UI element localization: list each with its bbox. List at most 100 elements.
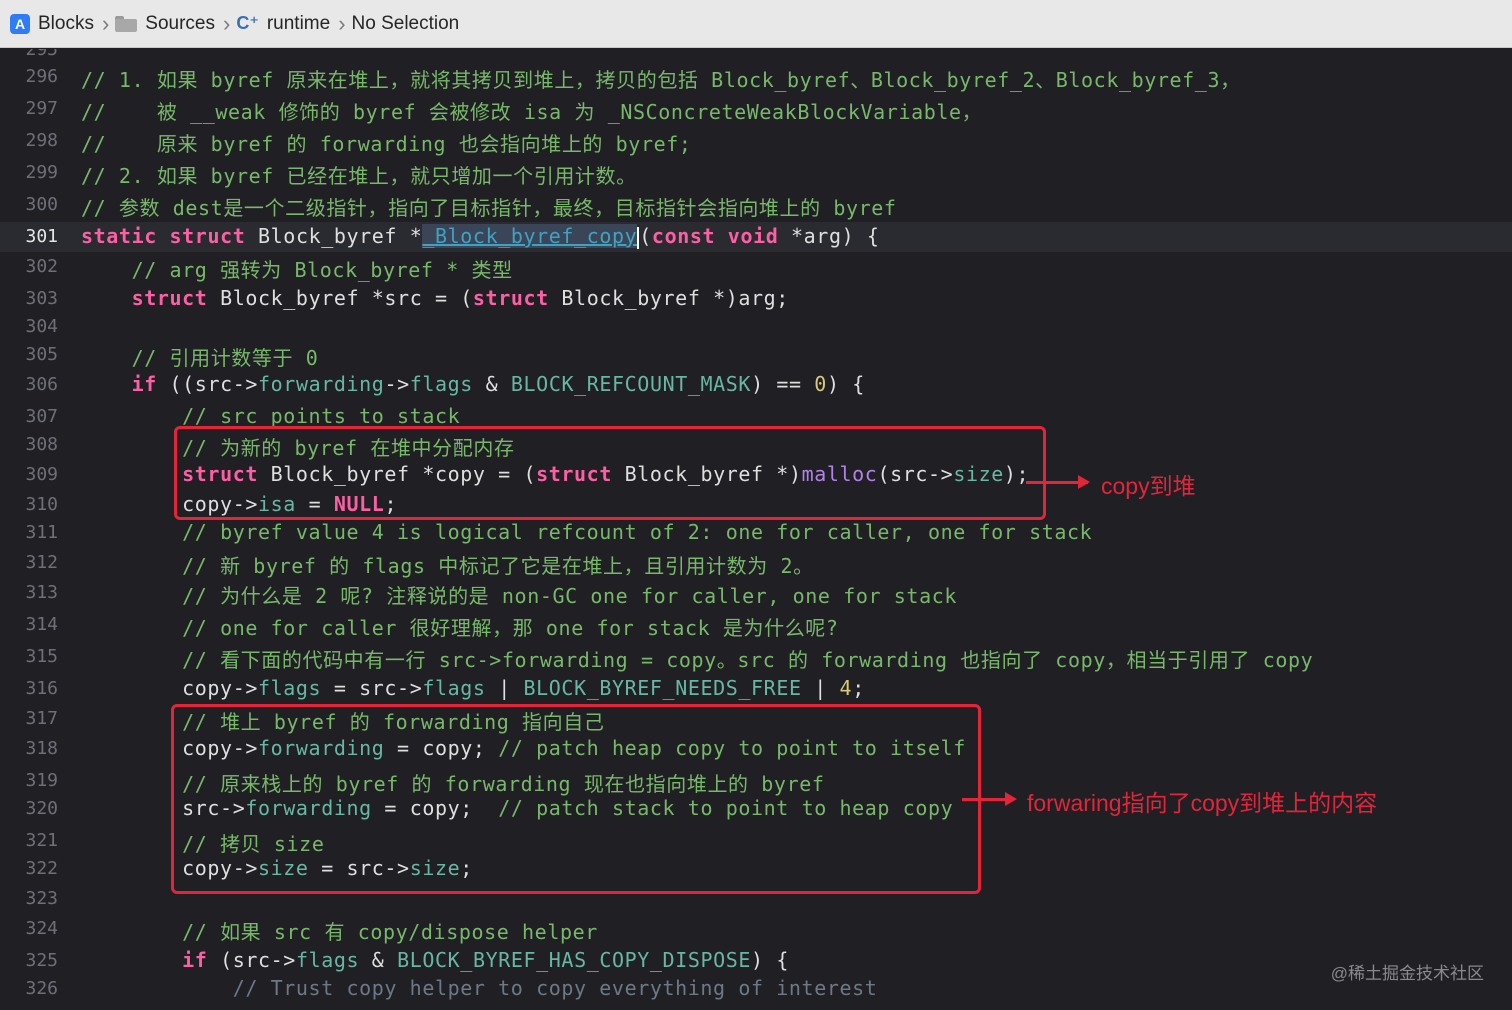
code-token: Block_byref * — [245, 224, 423, 248]
code-line[interactable]: 313 // 为什么是 2 呢? 注释说的是 non-GC one for ca… — [0, 578, 1512, 608]
line-number: 297 — [25, 98, 58, 119]
code-line[interactable]: 324 // 如果 src 有 copy/dispose helper — [0, 914, 1512, 944]
line-number: 313 — [25, 582, 58, 603]
breadcrumb-folder[interactable]: Sources — [115, 13, 215, 35]
code-token: struct — [169, 224, 246, 248]
code-text[interactable]: static struct Block_byref *_Block_byref_… — [81, 224, 880, 249]
line-number: 314 — [25, 614, 58, 635]
line-number: 309 — [25, 464, 58, 485]
line-number: 317 — [25, 708, 58, 729]
code-token: // 为什么是 2 呢? 注释说的是 non-GC one for caller… — [182, 584, 957, 608]
code-line[interactable]: 326 // Trust copy helper to copy everyth… — [0, 974, 1512, 1004]
code-token: 4 — [839, 676, 853, 700]
code-token: BLOCK_BYREF_NEEDS_FREE — [523, 676, 802, 700]
breadcrumb-selection[interactable]: No Selection — [352, 13, 460, 35]
code-line[interactable]: 312 // 新 byref 的 flags 中标记了它是在堆上，且引用计数为 … — [0, 548, 1512, 578]
line-number: 321 — [25, 830, 58, 851]
code-text[interactable]: // Trust copy helper to copy everything … — [81, 976, 877, 1000]
code-token: & — [359, 948, 398, 972]
code-line[interactable]: 325 if (src->flags & BLOCK_BYREF_HAS_COP… — [0, 946, 1512, 976]
code-text[interactable]: // 为什么是 2 呢? 注释说的是 non-GC one for caller… — [81, 580, 957, 609]
code-token: -> — [384, 372, 410, 396]
folder-icon — [115, 15, 138, 32]
code-token: const — [651, 224, 716, 248]
chevron-right-icon: › — [338, 10, 346, 36]
code-line[interactable]: 302 // arg 强转为 Block_byref * 类型 — [0, 252, 1512, 282]
line-number: 295 — [25, 49, 58, 60]
code-text[interactable]: // 1. 如果 byref 原来在堆上，就将其拷贝到堆上，拷贝的包括 Bloc… — [81, 64, 1241, 93]
code-text[interactable]: copy->flags = src->flags | BLOCK_BYREF_N… — [81, 676, 865, 700]
code-line[interactable]: 301 static struct Block_byref *_Block_byr… — [0, 222, 1512, 252]
code-token: // 2. 如果 byref 已经在堆上，就只增加一个引用计数。 — [81, 164, 637, 188]
code-line[interactable]: 314 // one for caller 很好理解，那 one for sta… — [0, 610, 1512, 640]
code-text[interactable]: // 看下面的代码中有一行 src->forwarding = copy。src… — [81, 644, 1313, 673]
code-token: flags — [409, 372, 473, 396]
breadcrumb-file[interactable]: C⁺ runtime — [236, 13, 330, 35]
code-token: // Trust copy helper to copy everything … — [232, 976, 878, 1000]
code-text[interactable]: // 新 byref 的 flags 中标记了它是在堆上，且引用计数为 2。 — [81, 550, 814, 579]
code-token: flags — [422, 676, 486, 700]
code-text[interactable]: // 参数 dest是一个二级指针，指向了目标指针，最终，目标指针会指向堆上的 … — [81, 192, 897, 221]
line-number: 308 — [25, 434, 58, 455]
breadcrumb-selection-label: No Selection — [351, 12, 460, 34]
code-token: & — [472, 372, 511, 396]
code-text[interactable]: // 如果 src 有 copy/dispose helper — [81, 916, 598, 945]
code-token: if — [182, 948, 208, 972]
code-token: struct — [472, 286, 549, 310]
line-number: 324 — [25, 918, 58, 939]
code-token: (src-> — [207, 948, 296, 972]
code-token: = src-> — [321, 676, 423, 700]
code-text[interactable]: // src points to stack — [81, 404, 460, 428]
code-token: | — [485, 676, 524, 700]
code-text[interactable]: // 原来 byref 的 forwarding 也会指向堆上的 byref; — [81, 128, 692, 157]
line-number: 299 — [25, 162, 58, 183]
code-token: flags — [295, 948, 360, 972]
line-number: 305 — [25, 344, 58, 365]
code-token: static — [81, 224, 157, 248]
code-text[interactable]: // byref value 4 is logical refcount of … — [81, 520, 1092, 544]
annotation-box-forwarding — [171, 704, 981, 894]
code-line[interactable]: 315 // 看下面的代码中有一行 src->forwarding = copy… — [0, 642, 1512, 672]
code-line[interactable]: 303 struct Block_byref *src = (struct Bl… — [0, 284, 1512, 314]
code-line[interactable]: 296 // 1. 如果 byref 原来在堆上，就将其拷贝到堆上，拷贝的包括 B… — [0, 62, 1512, 92]
code-line[interactable]: 304 — [0, 312, 1512, 342]
line-number: 312 — [25, 552, 58, 573]
line-number: 318 — [25, 738, 58, 759]
code-text[interactable]: // arg 强转为 Block_byref * 类型 — [81, 254, 513, 283]
code-text[interactable]: if (src->flags & BLOCK_BYREF_HAS_COPY_DI… — [81, 948, 789, 972]
code-line[interactable]: 305 // 引用计数等于 0 — [0, 340, 1512, 370]
code-line[interactable]: 311 // byref value 4 is logical refcount… — [0, 518, 1512, 548]
line-number: 306 — [25, 374, 58, 395]
line-number: 326 — [25, 978, 58, 999]
code-line[interactable]: 300 // 参数 dest是一个二级指针，指向了目标指针，最终，目标指针会指向堆… — [0, 190, 1512, 220]
code-line[interactable]: 306 if ((src->forwarding->flags & BLOCK_… — [0, 370, 1512, 400]
code-line[interactable]: 299 // 2. 如果 byref 已经在堆上，就只增加一个引用计数。 — [0, 158, 1512, 188]
code-token: // 被 __weak 修饰的 byref 会被修改 isa 为 _NSConc… — [81, 100, 983, 124]
code-token: ) { — [751, 948, 789, 972]
code-line[interactable]: 298 // 原来 byref 的 forwarding 也会指向堆上的 byre… — [0, 126, 1512, 156]
code-token: // 引用计数等于 0 — [131, 346, 319, 370]
code-text[interactable]: // 2. 如果 byref 已经在堆上，就只增加一个引用计数。 — [81, 160, 637, 189]
code-token: // 新 byref 的 flags 中标记了它是在堆上，且引用计数为 2。 — [182, 554, 814, 578]
annotation-label-copy: copy到堆 — [1101, 473, 1196, 499]
code-token: *arg) { — [778, 224, 880, 248]
code-text[interactable]: struct Block_byref *src = (struct Block_… — [81, 286, 789, 310]
code-line[interactable]: 316 copy->flags = src->flags | BLOCK_BYR… — [0, 674, 1512, 704]
code-line[interactable]: 297 // 被 __weak 修饰的 byref 会被修改 isa 为 _NSC… — [0, 94, 1512, 124]
code-text[interactable]: // 被 __weak 修饰的 byref 会被修改 isa 为 _NSConc… — [81, 96, 982, 125]
code-text[interactable]: // one for caller 很好理解，那 one for stack 是… — [81, 612, 839, 641]
breadcrumb-folder-label: Sources — [145, 12, 215, 34]
code-text[interactable]: // 引用计数等于 0 — [81, 342, 318, 371]
breadcrumb-project[interactable]: A Blocks — [10, 13, 94, 35]
code-text[interactable]: if ((src->forwarding->flags & BLOCK_REFC… — [81, 372, 865, 396]
